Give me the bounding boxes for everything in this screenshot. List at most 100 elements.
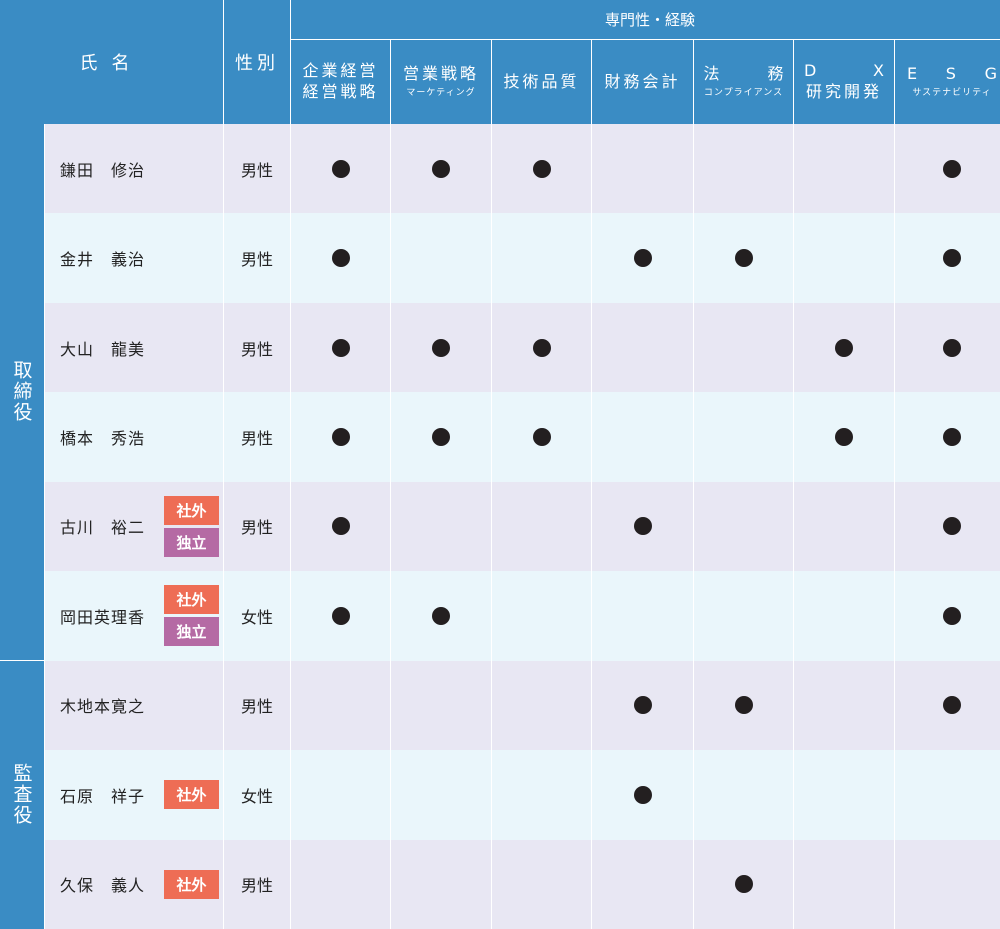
skill-cell <box>492 481 591 572</box>
skill-cell <box>391 124 491 214</box>
skill-dot-icon <box>835 428 853 447</box>
skill-cell <box>694 660 793 751</box>
skill-dot-icon <box>943 338 961 357</box>
skill-cell <box>895 660 1000 751</box>
skill-cell <box>694 302 793 393</box>
skill-dot-icon <box>432 159 450 178</box>
skill-cell <box>592 660 693 751</box>
skill-cell <box>895 392 1000 482</box>
gender-cell: 男性 <box>224 481 290 572</box>
skill-cell <box>492 839 591 929</box>
header-dx: D X 研究開発 <box>794 40 894 124</box>
skill-dot-icon <box>331 159 350 178</box>
skill-dot-icon <box>633 785 652 804</box>
skill-dot-icon <box>331 517 350 536</box>
skill-dot-icon <box>734 875 753 894</box>
name-cell: 久保 義人 社外 <box>45 839 223 929</box>
skill-cell <box>291 124 390 214</box>
skill-dot-icon <box>943 428 961 447</box>
skill-cell <box>291 571 390 661</box>
header-sales: 営業戦略 マーケティング <box>391 40 491 124</box>
skill-cell <box>694 839 793 929</box>
header-finance: 財務会計 <box>592 40 693 124</box>
skill-cell <box>391 302 491 393</box>
skill-cell <box>391 839 491 929</box>
skill-cell <box>794 213 894 303</box>
skill-cell <box>391 571 491 661</box>
name-cell: 金井 義治 <box>45 213 223 303</box>
skill-dot-icon <box>532 428 551 447</box>
skill-cell <box>291 392 390 482</box>
person-name: 鎌田 修治 <box>60 160 146 180</box>
gender-cell: 男性 <box>224 660 290 751</box>
header-legal: 法 務 コンプライアンス <box>694 40 793 124</box>
name-cell: 古川 裕二 社外 独立 <box>45 481 223 572</box>
skill-cell <box>592 571 693 661</box>
skill-dot-icon <box>734 696 753 715</box>
skill-cell <box>492 213 591 303</box>
gender-cell: 男性 <box>224 839 290 929</box>
skill-dot-icon <box>734 249 753 268</box>
skill-cell <box>291 302 390 393</box>
name-cell: 岡田英理香 社外 独立 <box>45 571 223 661</box>
header-esg-e: E <box>907 64 918 84</box>
gender-cell: 男性 <box>224 213 290 303</box>
skill-dot-icon <box>432 428 450 447</box>
skill-cell <box>592 302 693 393</box>
header-management: 企業経営 経営戦略 <box>291 40 390 124</box>
skill-dot-icon <box>943 517 961 536</box>
person-name: 久保 義人 <box>60 876 146 896</box>
skill-cell <box>794 660 894 751</box>
skill-cell <box>794 302 894 393</box>
header-dx-char2: X <box>873 61 884 81</box>
skill-cell <box>291 213 390 303</box>
skill-cell <box>291 660 390 751</box>
skill-cell <box>592 750 693 840</box>
skill-cell <box>895 213 1000 303</box>
header-finance-line1: 財務会計 <box>604 71 681 91</box>
gender-cell: 女性 <box>224 571 290 661</box>
skill-cell <box>492 124 591 214</box>
name-cell: 大山 龍美 <box>45 302 223 393</box>
skill-cell <box>694 481 793 572</box>
skill-dot-icon <box>331 338 350 357</box>
header-legal-sub: コンプライアンス <box>703 88 784 99</box>
outside-badge: 社外 <box>164 495 219 525</box>
skill-dot-icon <box>331 249 350 268</box>
skill-cell <box>694 571 793 661</box>
header-tech-quality-line1: 技術品質 <box>503 71 580 91</box>
name-cell: 鎌田 修治 <box>45 124 223 214</box>
badge-group: 社外 独立 <box>164 585 219 647</box>
skill-cell <box>291 839 390 929</box>
outside-badge: 社外 <box>164 780 219 810</box>
skill-cell <box>694 124 793 214</box>
skill-cell <box>794 839 894 929</box>
person-name: 大山 龍美 <box>60 339 146 359</box>
skill-cell <box>492 660 591 751</box>
skill-cell <box>492 571 591 661</box>
skill-cell <box>794 124 894 214</box>
skill-dot-icon <box>331 606 350 625</box>
header-sales-line1: 営業戦略 <box>402 64 479 84</box>
auditors-group-label: 監査役 <box>0 660 44 929</box>
independent-badge: 独立 <box>164 617 219 647</box>
skill-cell <box>694 750 793 840</box>
skill-cell <box>794 392 894 482</box>
skill-cell <box>592 839 693 929</box>
gender-column-header: 性別 <box>224 0 290 124</box>
skill-cell <box>895 302 1000 393</box>
skill-cell <box>794 750 894 840</box>
skill-dot-icon <box>633 696 652 715</box>
skill-cell <box>492 392 591 482</box>
skill-dot-icon <box>532 338 551 357</box>
badge-group: 社外 <box>164 869 219 899</box>
skill-cell <box>391 481 491 572</box>
directors-group-label: 取締役 <box>0 124 44 661</box>
skill-cell <box>592 213 693 303</box>
skill-cell <box>391 750 491 840</box>
skill-cell <box>694 213 793 303</box>
independent-badge: 独立 <box>164 527 219 557</box>
header-esg-sub: サステナビリティ <box>912 88 992 99</box>
skill-dot-icon <box>835 338 853 357</box>
skill-dot-icon <box>943 159 961 178</box>
